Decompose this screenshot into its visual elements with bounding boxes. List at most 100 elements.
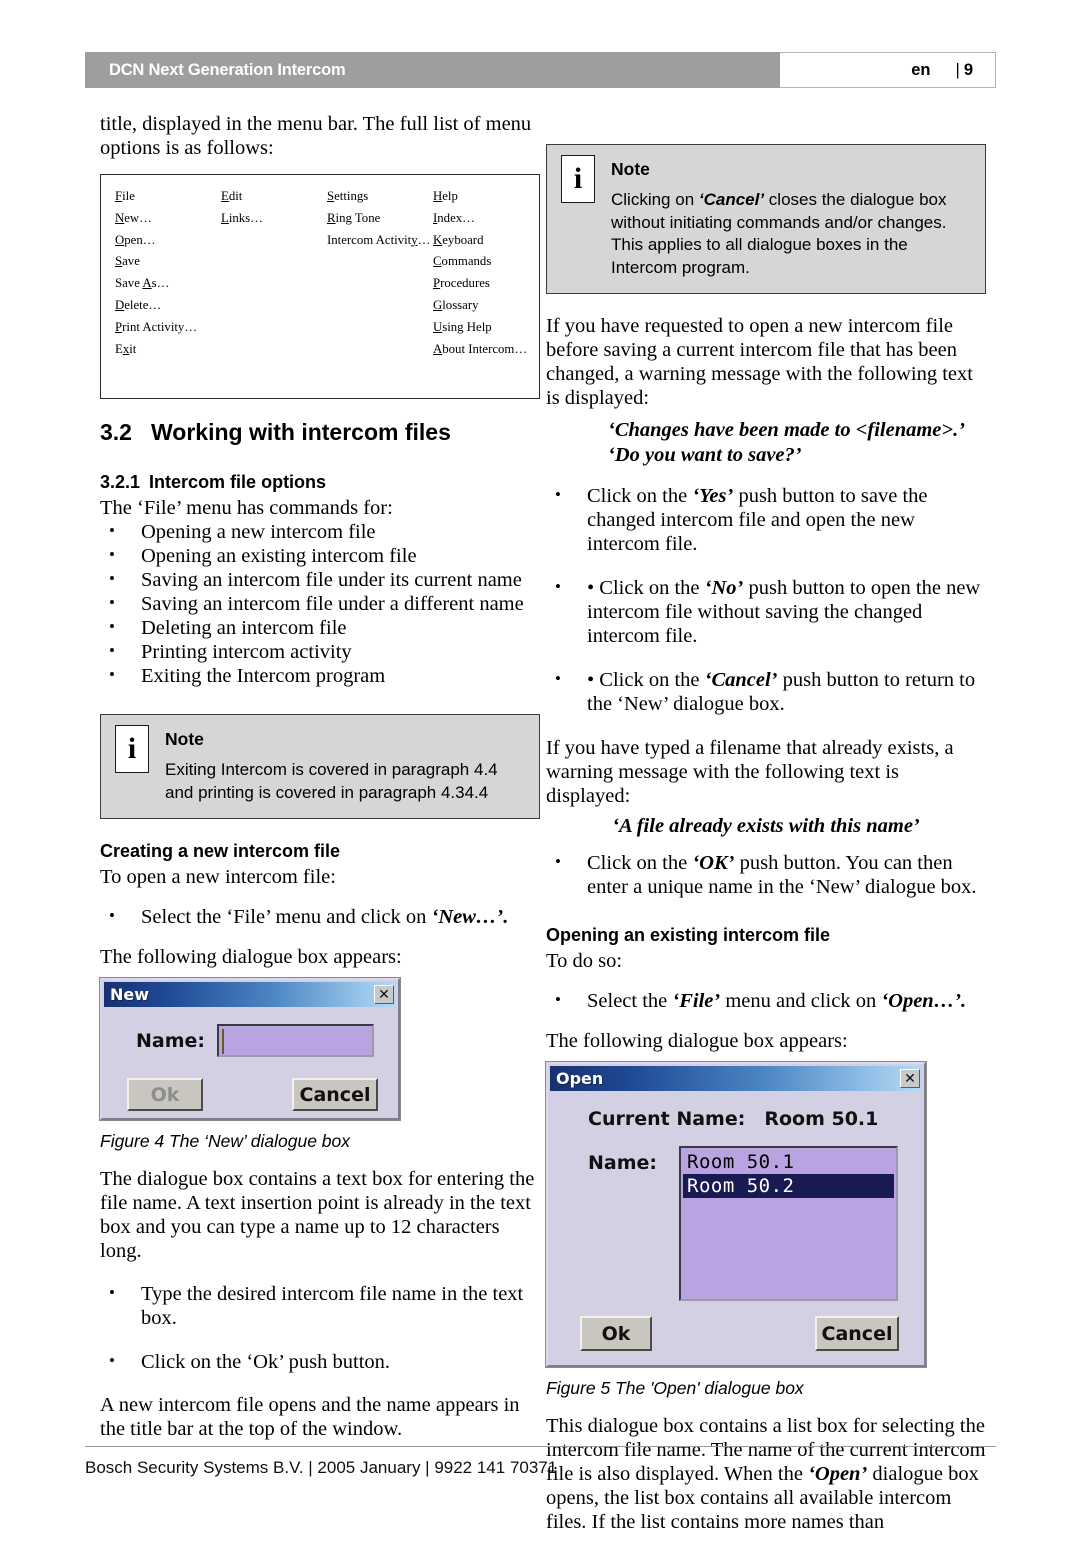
creating-intro: To open a new intercom file: <box>100 866 336 888</box>
cancel-button[interactable]: Cancel <box>815 1316 899 1351</box>
right-column: i Note Clicking on ‘Cancel’ closes the d… <box>545 144 986 1548</box>
list-item: Deleting an intercom file <box>100 615 540 640</box>
note-text-line1: Exiting Intercom is covered in paragraph… <box>165 760 498 779</box>
warning-quote-2: ‘A file already exists with this name’ <box>612 815 920 837</box>
menu-item-delete: Delete… <box>115 297 162 312</box>
right-bullet-list-2: Click on the ‘OK’ push button. You can t… <box>546 850 986 899</box>
list-item: • Click on the ‘No’ push button to open … <box>546 575 986 648</box>
intro-paragraph: title, displayed in the menu bar. The fu… <box>100 113 532 159</box>
subsection-number: 3.2.1 <box>100 472 141 492</box>
bullet-emphasis: ‘Cancel’ <box>704 669 778 691</box>
bullet-text-pre: • Click on the <box>587 669 705 691</box>
quote-line-2: ‘Do you want to save?’ <box>608 444 802 466</box>
bullet-text-pre: Click on the <box>587 485 693 507</box>
open-dialog-name-label: Name: <box>588 1152 658 1174</box>
note-text-emphasis: ‘Cancel’ <box>698 190 765 209</box>
menu-item-index: Index… <box>433 210 475 225</box>
list-item: Select the ‘File’ menu and click on ‘Ope… <box>546 988 986 1013</box>
info-icon: i <box>561 155 595 203</box>
left-column: title, displayed in the menu bar. The fu… <box>99 112 540 1455</box>
menu-column-settings: Settings Ring Tone Intercom Activity… <box>327 186 433 360</box>
dialog-appears-text-open: The following dialogue box appears: <box>546 1030 848 1052</box>
bullet-text-pre: Click on the <box>587 852 693 874</box>
ok-button-label: Ok <box>150 1083 180 1106</box>
menu-column-edit: Edit Links… <box>221 186 327 360</box>
menu-item-procedures: Procedures <box>433 276 490 291</box>
figure-4-caption: Figure 4 The ‘New’ dialogue box <box>100 1131 351 1151</box>
menu-item-ring-tone: Ring Tone <box>327 210 381 225</box>
cancel-button[interactable]: Cancel <box>292 1078 378 1111</box>
list-item: Printing intercom activity <box>100 639 540 664</box>
cancel-button-label: Cancel <box>299 1083 371 1106</box>
section-title: Working with intercom files <box>150 419 451 445</box>
footer-text: Bosch Security Systems B.V. | 2005 Janua… <box>85 1458 558 1477</box>
close-icon[interactable]: ✕ <box>900 1069 920 1088</box>
menu-column-help: Help Index… Keyboard Commands Procedures… <box>433 186 539 360</box>
file-list-box[interactable]: Room 50.1 Room 50.2 <box>679 1146 898 1301</box>
menu-item-open: Open… <box>115 232 156 247</box>
menu-item-save-as: Save As… <box>115 276 170 291</box>
open-dialogue-box[interactable]: Open ✕ Current Name: Room 50.1 Name: Roo… <box>545 1061 927 1368</box>
subsection-heading-3-2-1: 3.2.1 Intercom file options <box>100 472 540 493</box>
menu-heading-edit: Edit <box>221 189 243 203</box>
list-item-selected[interactable]: Room 50.2 <box>683 1174 894 1198</box>
note-text: Exiting Intercom is covered in paragraph… <box>165 759 525 804</box>
after-figure-4-paragraph: The dialogue box contains a text box for… <box>100 1168 535 1262</box>
list-item: Select the ‘File’ menu and click on ‘New… <box>100 904 540 929</box>
list-item: Click on the ‘OK’ push button. You can t… <box>546 850 986 899</box>
bullet-text: Select the ‘File’ menu and click on <box>141 906 432 928</box>
header-page-indicator: en | 9 <box>780 52 996 88</box>
cancel-button-label: Cancel <box>821 1322 893 1345</box>
menu-item-links: Links… <box>221 210 263 225</box>
note-text: Clicking on ‘Cancel’ closes the dialogue… <box>611 189 971 279</box>
list-item: Exiting the Intercom program <box>100 663 540 688</box>
list-item: Type the desired intercom file name in t… <box>100 1281 540 1330</box>
text-caret <box>222 1029 224 1054</box>
menu-item-about-intercom: About Intercom… <box>433 341 528 356</box>
header-language: en <box>911 60 931 79</box>
right-paragraph-2: If you have typed a filename that alread… <box>546 737 954 807</box>
note-title: Note <box>611 159 650 179</box>
menu-column-file: File New… Open… Save Save As… Delete… Pr… <box>115 186 221 360</box>
heading-creating-new-file: Creating a new intercom file <box>100 841 341 861</box>
bullet-emphasis: ‘Yes’ <box>692 485 734 507</box>
after-figure-4-bullet-list: Type the desired intercom file name in t… <box>100 1281 540 1374</box>
quote-line-1: ‘Changes have been made to <filename>.’ <box>608 419 966 441</box>
note-text-line2: and printing is covered in paragraph 4.3… <box>165 782 489 802</box>
header-separator: | <box>955 60 960 79</box>
menu-heading-help: Help <box>433 189 458 203</box>
header-page-number: 9 <box>963 60 973 79</box>
note-box-exiting: i Note Exiting Intercom is covered in pa… <box>100 714 540 819</box>
list-item[interactable]: Room 50.1 <box>683 1150 894 1174</box>
bullet-text-mid: menu and click on <box>720 990 882 1012</box>
ok-button-label: Ok <box>601 1322 631 1345</box>
list-item: • Click on the ‘Cancel’ push button to r… <box>546 667 986 716</box>
creating-bullet-list: Select the ‘File’ menu and click on ‘New… <box>100 904 540 929</box>
menu-item-using-help: Using Help <box>433 319 492 334</box>
new-dialog-name-label: Name: <box>136 1030 206 1052</box>
new-dialog-title-bar: New ✕ <box>104 982 396 1007</box>
opening-intro: To do so: <box>546 950 623 972</box>
menu-options-table: File New… Open… Save Save As… Delete… Pr… <box>100 174 540 399</box>
open-dialog-title: Open <box>556 1069 604 1088</box>
ok-button[interactable]: Ok <box>580 1316 652 1351</box>
menu-heading-settings: Settings <box>327 189 369 203</box>
current-name-label: Current Name: <box>588 1108 746 1130</box>
heading-opening-existing-file: Opening an existing intercom file <box>546 925 831 945</box>
file-menu-bullet-list: Opening a new intercom file Opening an e… <box>100 519 540 688</box>
menu-item-glossary: Glossary <box>433 297 479 312</box>
ok-button[interactable]: Ok <box>127 1078 203 1111</box>
close-icon[interactable]: ✕ <box>374 985 394 1004</box>
menu-item-print-activity: Print Activity… <box>115 319 198 334</box>
list-item: Click on the ‘Yes’ push button to save t… <box>546 483 986 556</box>
right-bullet-list-1: Click on the ‘Yes’ push button to save t… <box>546 483 986 716</box>
new-dialogue-box[interactable]: New ✕ Name: Ok Cancel <box>99 977 401 1121</box>
warning-quote-1: ‘Changes have been made to <filename>.’ … <box>546 418 986 468</box>
menu-item-new: New… <box>115 210 152 225</box>
document-title: DCN Next Generation Intercom <box>109 60 346 79</box>
current-name-value: Room 50.1 <box>764 1108 879 1130</box>
new-name-input[interactable] <box>217 1024 374 1057</box>
header-title-bar: DCN Next Generation Intercom <box>85 52 780 88</box>
current-name-row: Current Name: Room 50.1 <box>588 1108 878 1130</box>
file-menu-intro: The ‘File’ menu has commands for: <box>100 497 393 519</box>
